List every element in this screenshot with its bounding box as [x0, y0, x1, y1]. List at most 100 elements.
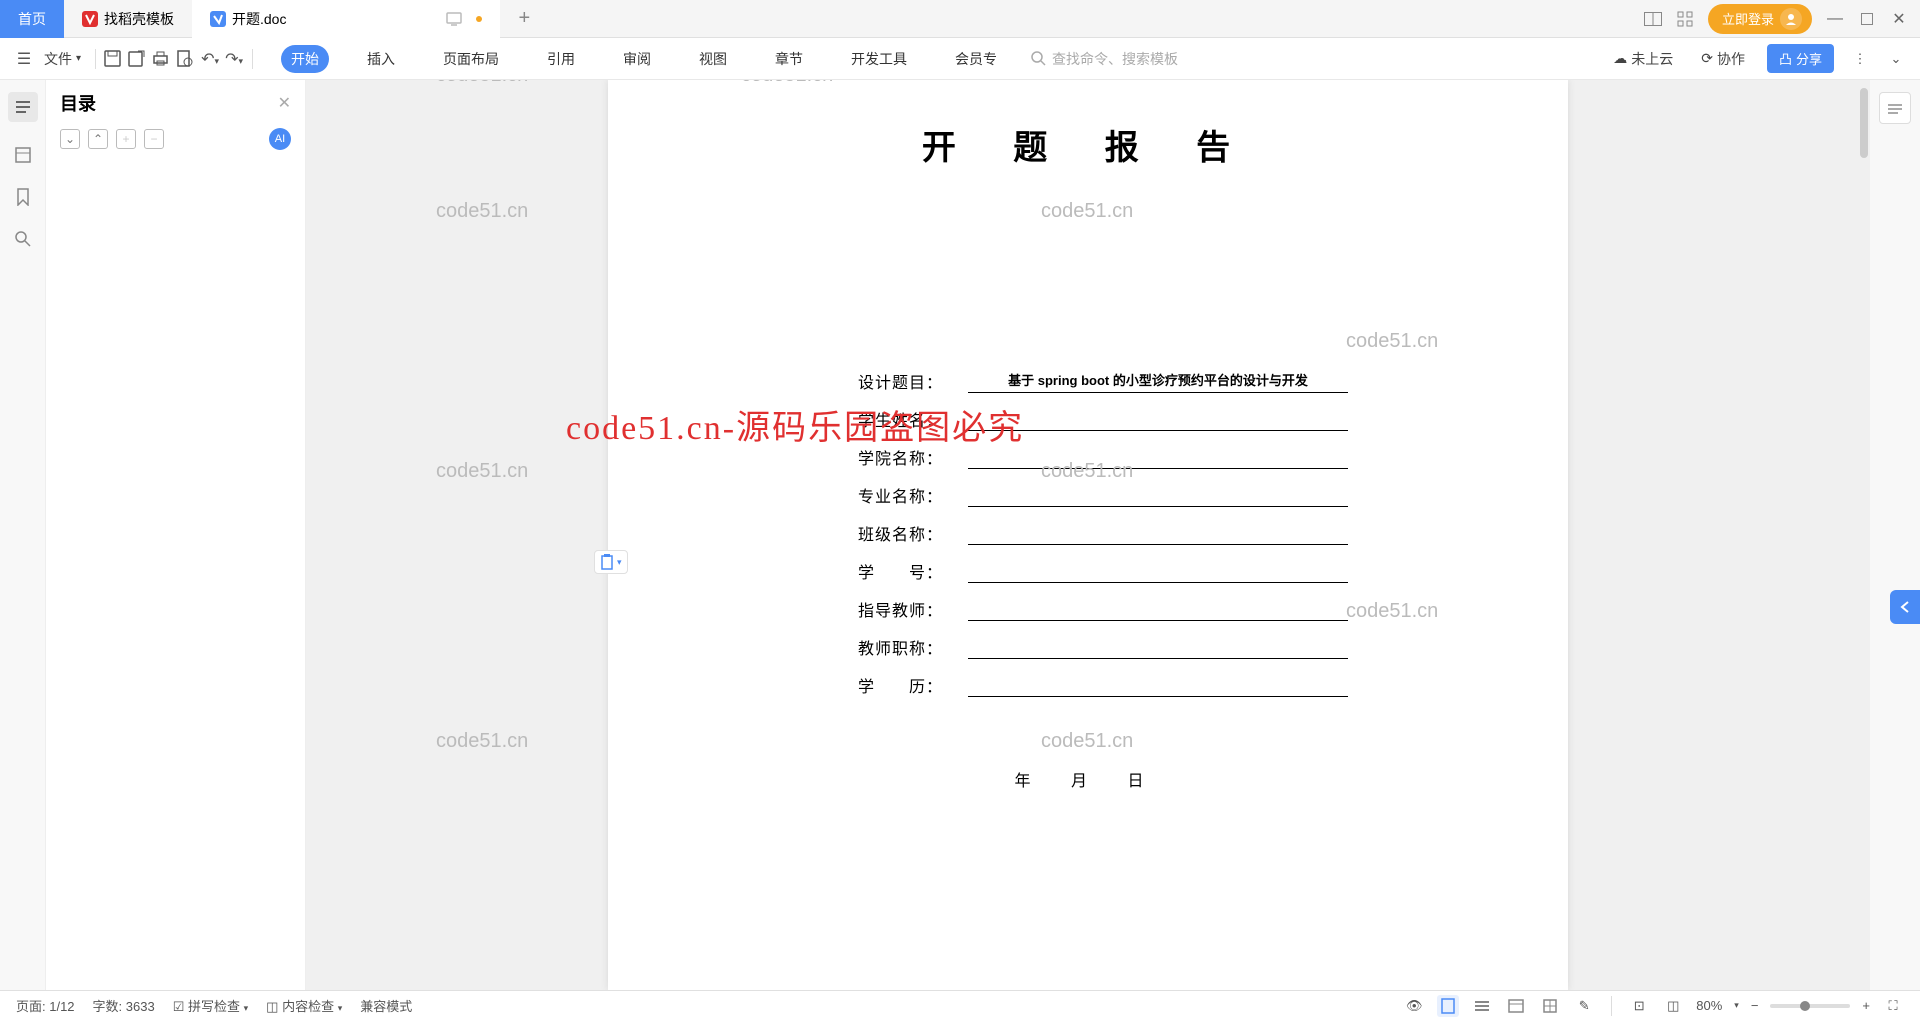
menu-icon[interactable]: ☰ [14, 49, 34, 69]
outline-view-icon[interactable] [1471, 995, 1493, 1017]
tab-template[interactable]: 找稻壳模板 [64, 0, 192, 38]
more-icon[interactable]: ⋮ [1850, 51, 1870, 67]
maximize-icon[interactable] [1858, 10, 1876, 28]
redo-icon[interactable]: ↷▾ [224, 49, 244, 69]
menu-reference[interactable]: 引用 [537, 45, 585, 73]
zoom-slider[interactable] [1770, 1004, 1850, 1008]
login-button[interactable]: 立即登录 [1708, 4, 1812, 34]
fit-page-icon[interactable]: ◫ [1662, 995, 1684, 1017]
spellcheck-toggle[interactable]: ☑ 拼写检查 ▾ [173, 996, 248, 1015]
paste-icon [600, 554, 614, 570]
minimize-icon[interactable]: — [1826, 10, 1844, 28]
collab-icon: ⟳ [1701, 50, 1713, 67]
field-label: 班级名称： [858, 521, 968, 545]
print-icon[interactable] [152, 50, 172, 67]
preview-icon[interactable] [176, 50, 196, 67]
undo-icon[interactable]: ↶▾ [200, 49, 220, 69]
layout-icon[interactable] [1644, 10, 1662, 28]
ruler-icon[interactable]: ✎ [1573, 995, 1595, 1017]
outline-title: 目录 [60, 90, 96, 116]
compat-mode[interactable]: 兼容模式 [360, 996, 412, 1015]
menu-layout[interactable]: 页面布局 [433, 45, 509, 73]
expand-all-icon[interactable]: ⌃ [88, 129, 108, 149]
search-box[interactable]: 查找命令、搜索模板 [1031, 49, 1178, 69]
menu-devtools[interactable]: 开发工具 [841, 45, 917, 73]
tab-template-label: 找稻壳模板 [104, 9, 174, 29]
tab-home[interactable]: 首页 [0, 0, 64, 38]
form-row: 班级名称： [858, 521, 1488, 545]
avatar-icon [1780, 8, 1802, 30]
float-paste-button[interactable]: ▾ [594, 550, 628, 574]
close-outline-icon[interactable]: ✕ [278, 93, 291, 113]
form-row: 学生姓名： [858, 407, 1488, 431]
field-value [968, 485, 1348, 507]
remove-icon[interactable]: − [144, 129, 164, 149]
field-label: 指导教师： [858, 597, 968, 621]
document-area[interactable]: 开 题 报 告 设计题目：基于 spring boot 的小型诊疗预约平台的设计… [306, 80, 1870, 990]
menu-member[interactable]: 会员专 [945, 45, 1007, 73]
word-count[interactable]: 字数: 3633 [93, 996, 155, 1015]
tab-new[interactable]: + [500, 0, 548, 38]
draft-view-icon[interactable] [1539, 995, 1561, 1017]
add-icon[interactable]: + [116, 129, 136, 149]
outline-icon[interactable] [8, 92, 38, 122]
zoom-value[interactable]: 80% [1696, 998, 1722, 1013]
fit-width-icon[interactable]: ⊡ [1628, 995, 1650, 1017]
field-value [968, 447, 1348, 469]
field-label: 学院名称： [858, 445, 968, 469]
right-sidebar [1870, 80, 1920, 990]
contentcheck-toggle[interactable]: ◫ 内容检查 ▾ [266, 996, 342, 1015]
watermark: code51.cn [436, 730, 528, 753]
fullscreen-icon[interactable]: ⛶ [1882, 995, 1904, 1017]
field-label: 专业名称： [858, 483, 968, 507]
right-tab-handle[interactable] [1890, 590, 1920, 624]
clipboard-icon[interactable] [1879, 92, 1911, 124]
page-status[interactable]: 页面: 1/12 [16, 996, 75, 1015]
collapse-ribbon-icon[interactable]: ⌄ [1886, 51, 1906, 67]
web-view-icon[interactable] [1505, 995, 1527, 1017]
collab-button[interactable]: ⟳协作 [1695, 45, 1751, 73]
zoom-in-icon[interactable]: + [1862, 998, 1870, 1013]
left-sidebar [0, 80, 46, 990]
file-menu[interactable]: 文件▾ [38, 45, 87, 73]
zoom-out-icon[interactable]: − [1751, 998, 1759, 1013]
unsaved-dot-icon [476, 16, 482, 22]
ai-badge-icon[interactable]: AI [269, 128, 291, 150]
read-mode-icon[interactable]: 👁 [1403, 995, 1425, 1017]
share-button[interactable]: 凸分享 [1767, 44, 1834, 73]
field-value [968, 675, 1348, 697]
screen-icon[interactable] [446, 12, 462, 26]
field-label: 教师职称： [858, 635, 968, 659]
field-value: 基于 spring boot 的小型诊疗预约平台的设计与开发 [968, 370, 1348, 393]
nav-icon[interactable] [14, 146, 32, 164]
form-row: 专业名称： [858, 483, 1488, 507]
collapse-all-icon[interactable]: ⌄ [60, 129, 80, 149]
grid-icon[interactable] [1676, 10, 1694, 28]
menu-insert[interactable]: 插入 [357, 45, 405, 73]
menu-tabs: 开始 插入 页面布局 引用 审阅 视图 章节 开发工具 会员专 [281, 45, 1007, 73]
menu-review[interactable]: 审阅 [613, 45, 661, 73]
check-icon: ☑ [173, 999, 185, 1014]
menu-section[interactable]: 章节 [765, 45, 813, 73]
find-icon[interactable] [14, 230, 32, 248]
main-area: 目录 ✕ ⌄ ⌃ + − AI 开 题 报 告 设计题目：基于 spring b… [0, 80, 1920, 990]
field-label: 学生姓名： [858, 407, 968, 431]
bookmark-icon[interactable] [15, 188, 31, 206]
toolbar: ☰ 文件▾ ↶▾ ↷▾ 开始 插入 页面布局 引用 审阅 视图 章节 开发工具 … [0, 38, 1920, 80]
field-label: 学 历： [858, 673, 968, 697]
template-icon [82, 11, 98, 27]
save-icon[interactable] [104, 50, 124, 67]
save-as-icon[interactable] [128, 50, 148, 67]
page-view-icon[interactable] [1437, 995, 1459, 1017]
form-row: 学 号： [858, 559, 1488, 583]
outline-panel: 目录 ✕ ⌄ ⌃ + − AI [46, 80, 306, 990]
menu-start[interactable]: 开始 [281, 45, 329, 73]
tab-document-label: 开题.doc [232, 9, 286, 29]
close-icon[interactable]: ✕ [1890, 10, 1908, 28]
titlebar-right: 立即登录 — ✕ [1644, 4, 1920, 34]
tab-document[interactable]: 开题.doc [192, 0, 500, 38]
field-label: 设计题目： [858, 369, 968, 393]
scrollbar-thumb[interactable] [1860, 88, 1868, 158]
menu-view[interactable]: 视图 [689, 45, 737, 73]
cloud-status[interactable]: ☁未上云 [1607, 45, 1679, 73]
